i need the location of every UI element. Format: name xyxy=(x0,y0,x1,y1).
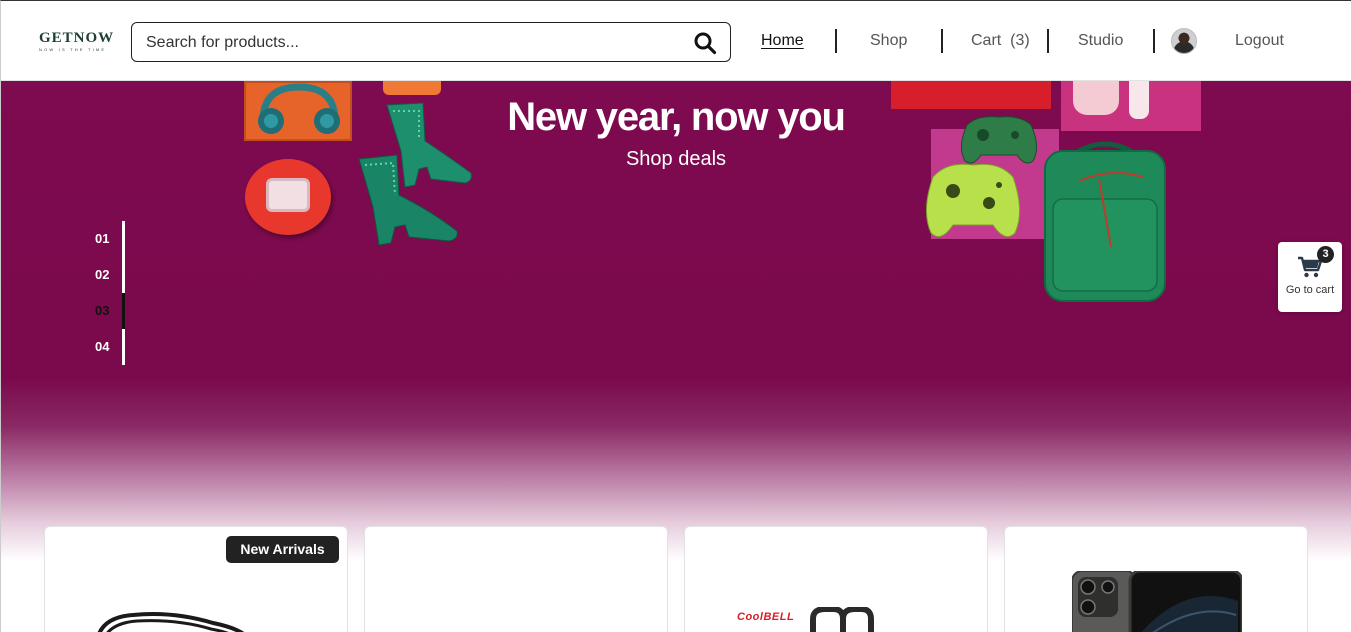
nav-cart-link[interactable]: Cart (3) xyxy=(971,31,1030,51)
go-to-cart-button[interactable]: 3 Go to cart xyxy=(1278,242,1342,312)
backpack-image xyxy=(1044,141,1166,302)
new-arrivals-badge: New Arrivals xyxy=(226,536,339,563)
hero-banner[interactable]: New year, now you Shop deals 01 02 03 04 xyxy=(1,81,1351,561)
glitter-boot-image xyxy=(358,154,458,246)
slide-indicator-01[interactable]: 01 xyxy=(95,229,125,249)
slide-indicator-bar[interactable] xyxy=(122,329,125,365)
nav-studio-link[interactable]: Studio xyxy=(1078,31,1123,51)
slide-indicator-04[interactable]: 04 xyxy=(95,337,125,357)
nav-divider xyxy=(835,29,837,53)
bottle-image xyxy=(1129,81,1149,119)
nav-logout-link[interactable]: Logout xyxy=(1235,31,1284,51)
cart-count-badge: 3 xyxy=(1317,246,1334,263)
hero-title: New year, now you xyxy=(507,95,846,139)
slide-indicator-bar[interactable] xyxy=(122,221,125,257)
product-card[interactable]: New Arrivals xyxy=(44,526,348,632)
iphone-product-image xyxy=(1072,571,1242,632)
product-card[interactable] xyxy=(364,526,668,632)
search-bar xyxy=(131,22,731,62)
go-to-cart-label: Go to cart xyxy=(1285,284,1335,296)
nav-home-link[interactable]: Home xyxy=(761,31,804,51)
slide-indicator-bar[interactable] xyxy=(122,257,125,293)
logo-text: GETNOW xyxy=(39,30,115,46)
product-card[interactable]: CoolBELL xyxy=(684,526,988,632)
mug-image xyxy=(266,178,310,212)
search-icon[interactable] xyxy=(693,31,717,55)
nav-divider xyxy=(1153,29,1155,53)
headphones-image xyxy=(258,83,340,134)
slide-indicator-03[interactable]: 03 xyxy=(95,301,125,321)
bag-product-image xyxy=(810,607,874,632)
product-card[interactable] xyxy=(1004,526,1308,632)
red-tray-image xyxy=(891,81,1051,109)
logo-tagline: NOW IS THE TIME xyxy=(39,47,107,52)
top-navbar: GETNOW NOW IS THE TIME Home Shop Cart (3… xyxy=(1,1,1351,81)
jar-image xyxy=(1073,81,1119,115)
hero-cta-shop-deals[interactable]: Shop deals xyxy=(571,147,781,171)
nav-divider xyxy=(1047,29,1049,53)
nav-shop-link[interactable]: Shop xyxy=(870,31,907,51)
user-avatar[interactable] xyxy=(1171,28,1197,54)
cable-product-image xyxy=(97,612,245,632)
getnow-logo[interactable]: GETNOW NOW IS THE TIME xyxy=(39,30,121,53)
orange-box-image xyxy=(383,81,441,95)
page: GETNOW NOW IS THE TIME Home Shop Cart (3… xyxy=(0,0,1351,632)
nav-divider xyxy=(941,29,943,53)
search-input[interactable] xyxy=(146,32,666,54)
slide-indicator-bar-active[interactable] xyxy=(122,293,125,329)
coolbell-brand-logo: CoolBELL xyxy=(737,611,795,623)
game-controller-image xyxy=(926,163,1020,238)
slide-indicator-02[interactable]: 02 xyxy=(95,265,125,285)
